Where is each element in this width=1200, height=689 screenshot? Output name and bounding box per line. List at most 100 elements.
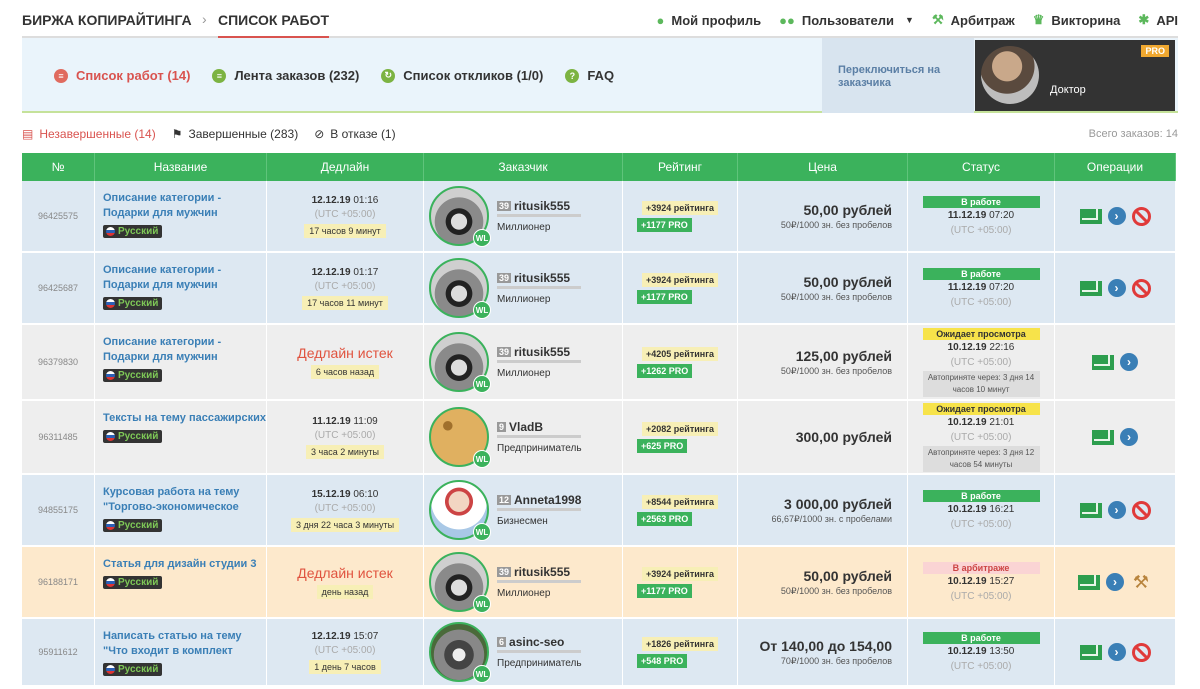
order-title-link[interactable]: Написать статью на тему "Что входит в ко… [103,629,266,659]
order-title-cell: Описание категории - Подарки для мужчин … [95,181,267,251]
profile-card[interactable]: Доктор PRO [975,40,1175,111]
customer-avatar[interactable]: WL [429,480,491,541]
whitelist-badge: WL [473,375,491,393]
user-icon: ● [656,12,665,28]
table-row[interactable]: 96425687 Описание категории - Подарки дл… [22,253,1176,325]
filter-rejected[interactable]: ⊘ В отказе (1) [314,127,395,141]
customer-name[interactable]: 39 ritusik555 [497,345,581,359]
order-title-link[interactable]: Статья для дизайн студии 3 [103,557,266,572]
nav-quiz[interactable]: ♛ Викторина [1033,12,1121,28]
switch-to-customer-button[interactable]: Переключиться на заказчика [822,38,974,113]
customer-cell: WL 39 ritusik555 Миллионер [424,547,623,617]
customer-progress [497,650,581,653]
status-badge: В работе [922,490,1040,502]
russia-flag-icon [106,665,115,674]
open-icon[interactable]: › [1107,207,1126,225]
table-row[interactable]: 96311485 Тексты на тему пассажирских Рус… [22,401,1176,475]
order-title-link[interactable]: Описание категории - Подарки для мужчин [103,263,266,293]
open-icon[interactable]: › [1107,501,1126,519]
table-row[interactable]: 96425575 Описание категории - Подарки дл… [22,181,1176,253]
customer-name[interactable]: 39 ritusik555 [497,271,581,285]
order-title-cell: Тексты на тему пассажирских Русский [95,401,267,473]
table-row[interactable]: 94855175 Курсовая работа на тему "Торгов… [22,475,1176,547]
tab-work-list[interactable]: ≡ Список работ (14) [54,68,190,83]
deadline-timezone: (UTC +05:00) [314,208,376,220]
table-row[interactable]: 96379830 Описание категории - Подарки дл… [22,325,1176,401]
status-badge: Ожидает просмотра [922,327,1040,340]
russia-flag-icon [106,432,115,441]
customer-avatar[interactable]: WL [429,186,491,247]
sub-nav: ≡ Список работ (14) ≡ Лента заказов (232) … [22,38,1178,113]
cancel-icon[interactable] [1131,206,1151,226]
price-cell: 300,00 рублей [738,401,908,473]
order-title-link[interactable]: Описание категории - Подарки для мужчин [103,191,266,221]
pro-bonus: +1262 PRO [637,363,693,378]
status-cell: В арбитраже 10.12.19 15:27 (UTC +05:00) [908,547,1055,617]
price-amount: 50,00 рублей [803,273,892,290]
open-icon[interactable]: › [1107,279,1126,297]
customer-level: 6 [497,637,507,647]
open-icon[interactable]: › [1107,643,1126,661]
cancel-icon[interactable] [1131,642,1151,662]
price-per-1000: 50₽/1000 зн. без пробелов [780,365,892,376]
order-title-link[interactable]: Тексты на тему пассажирских [103,411,266,426]
message-icon[interactable] [1078,574,1100,590]
customer-name[interactable]: 12 Anneta1998 [497,493,581,507]
customer-avatar[interactable]: WL [429,407,491,468]
open-icon[interactable]: › [1120,428,1138,446]
tab-faq[interactable]: ? FAQ [565,68,614,83]
table-row[interactable]: 95911612 Написать статью на тему "Что вх… [22,619,1176,687]
customer-avatar[interactable]: WL [429,622,491,683]
customer-name[interactable]: 9 VladB [497,420,582,434]
nav-menu: ● Мой профиль ●● Пользователи ▼ ⚒ Арбитраж ♛… [657,12,1178,28]
col-operations: Операции [1055,153,1176,181]
customer-avatar[interactable]: WL [429,332,491,393]
operations-cell: › [1055,325,1176,399]
filter-finished[interactable]: ⚑ Завершенные (283) [172,127,298,141]
open-icon[interactable]: › [1120,353,1138,371]
message-icon[interactable] [1079,502,1102,518]
price-per-1000: 70₽/1000 зн. без пробелов [780,655,892,666]
rating-cell: +4205 рейтинга +1262 PRO [623,325,738,399]
table-row[interactable]: 96188171 Статья для дизайн студии 3 Русс… [22,547,1176,619]
status-timezone: (UTC +05:00) [950,661,1012,672]
cancel-icon[interactable] [1131,278,1151,298]
tab-orders-feed[interactable]: ≡ Лента заказов (232) [212,68,359,83]
status-timezone: (UTC +05:00) [950,297,1012,308]
customer-name[interactable]: 6 asinc-seo [497,635,582,649]
operations-cell: › ⚒ [1055,547,1176,617]
message-icon[interactable] [1092,429,1114,445]
status-cell: В работе 10.12.19 16:21 (UTC +05:00) [908,475,1055,545]
language-badge: Русский [103,519,163,532]
deadline-timezone: (UTC +05:00) [314,502,376,514]
list-icon: ≡ [54,68,68,83]
nav-api[interactable]: ✱ API [1138,12,1178,28]
customer-avatar[interactable]: WL [429,552,491,613]
nav-users[interactable]: ●● Пользователи ▼ [779,12,914,28]
arbitrage-hammer-icon[interactable]: ⚒ [1130,571,1152,593]
cancel-icon[interactable] [1131,500,1151,520]
message-icon[interactable] [1079,280,1102,296]
customer-name[interactable]: 39 ritusik555 [497,565,581,579]
russia-flag-icon [106,299,115,308]
message-icon[interactable] [1092,354,1114,370]
order-title-link[interactable]: Курсовая работа на тему "Торгово-экономи… [103,485,266,515]
customer-avatar[interactable]: WL [429,258,491,319]
price-cell: 50,00 рублей 50₽/1000 зн. без пробелов [738,181,908,251]
order-number: 96311485 [22,401,95,473]
message-icon[interactable] [1079,644,1102,660]
filter-unfinished[interactable]: ▤ Незавершенные (14) [22,127,156,141]
customer-rank: Предприниматель [497,658,582,669]
nav-arbitrage[interactable]: ⚒ Арбитраж [932,12,1015,28]
open-icon[interactable]: › [1106,573,1124,591]
deadline-ago: 6 часов назад [310,365,380,379]
order-title-link[interactable]: Описание категории - Подарки для мужчин [103,335,266,365]
deadline-cell: 12.12.19 01:16 (UTC +05:00) 17 часов 9 м… [267,181,424,251]
nav-my-profile[interactable]: ● Мой профиль [657,12,762,28]
status-timezone: (UTC +05:00) [950,225,1012,236]
brand-link[interactable]: БИРЖА КОПИРАЙТИНГА [22,12,192,28]
message-icon[interactable] [1079,208,1102,224]
customer-name[interactable]: 39 ritusik555 [497,199,581,213]
price-cell: 50,00 рублей 50₽/1000 зн. без пробелов [738,547,908,617]
tab-responses[interactable]: ↻ Список откликов (1/0) [381,68,543,83]
